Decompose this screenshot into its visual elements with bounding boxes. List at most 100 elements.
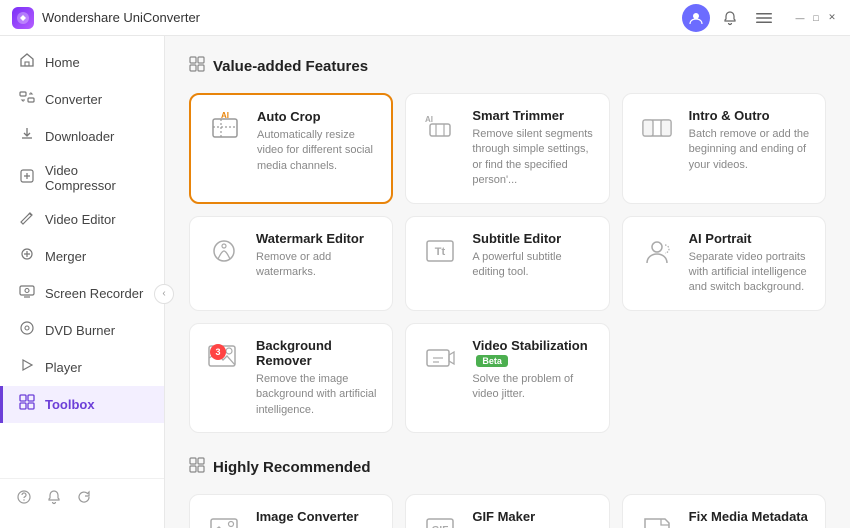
value-added-section-header: Value-added Features: [189, 56, 826, 77]
ai-portrait-desc: Separate video portraits with artificial…: [689, 250, 811, 296]
sidebar-item-toolbox[interactable]: Toolbox: [0, 386, 164, 423]
intro-outro-desc: Batch remove or add the beginning and en…: [689, 127, 811, 173]
smart-trimmer-title: Smart Trimmer: [472, 108, 594, 123]
sidebar-item-video-editor[interactable]: Video Editor: [0, 201, 164, 238]
merger-icon: [19, 246, 35, 267]
gif-maker-icon: GIF: [420, 509, 460, 528]
feature-card-watermark-editor[interactable]: Watermark Editor Remove or add watermark…: [189, 216, 393, 311]
feature-card-fix-media-metadata[interactable]: Fix Media Metadata Auto-fix and edit met…: [622, 494, 826, 528]
dvd-burner-icon: [19, 320, 35, 341]
sidebar-item-home[interactable]: Home: [0, 44, 164, 81]
sidebar-item-screen-recorder[interactable]: Screen Recorder ‹: [0, 275, 164, 312]
image-converter-text: Image Converter Convert images to other …: [256, 509, 378, 528]
video-stabilization-text: Video Stabilization Beta Solve the probl…: [472, 338, 594, 403]
ai-portrait-icon: [637, 231, 677, 271]
content-area: Value-added Features AI Auto Crop Automa…: [165, 36, 850, 528]
fix-media-metadata-icon: [637, 509, 677, 528]
feature-card-background-remover[interactable]: 3 Background Remover Remove the image ba…: [189, 323, 393, 433]
subtitle-editor-title: Subtitle Editor: [472, 231, 594, 246]
background-remover-desc: Remove the image background with artific…: [256, 372, 378, 418]
sidebar-item-dvd-burner[interactable]: DVD Burner: [0, 312, 164, 349]
feature-card-subtitle-editor[interactable]: Tt Subtitle Editor A powerful subtitle e…: [405, 216, 609, 311]
background-remover-text: Background Remover Remove the image back…: [256, 338, 378, 418]
notification-bell-icon[interactable]: [716, 4, 744, 32]
sidebar-label-converter: Converter: [45, 92, 102, 107]
user-icon-button[interactable]: [682, 4, 710, 32]
fix-media-metadata-text: Fix Media Metadata Auto-fix and edit met…: [689, 509, 811, 528]
highly-recommended-title: Highly Recommended: [213, 459, 371, 476]
highly-recommended-icon: [189, 457, 205, 478]
main-layout: Home Converter Downloader: [0, 36, 850, 528]
sidebar-label-video-editor: Video Editor: [45, 212, 116, 227]
feature-card-image-converter[interactable]: Image Converter Convert images to other …: [189, 494, 393, 528]
help-icon[interactable]: [16, 489, 32, 510]
image-converter-icon: [204, 509, 244, 528]
gif-maker-text: GIF Maker Make GIF from videos or pictur…: [472, 509, 594, 528]
titlebar-actions: — □ ✕: [682, 4, 838, 32]
intro-outro-icon: [637, 108, 677, 148]
auto-crop-title: Auto Crop: [257, 109, 377, 124]
watermark-editor-title: Watermark Editor: [256, 231, 378, 246]
window-controls: — □ ✕: [792, 12, 838, 24]
smart-trimmer-icon: AI: [420, 108, 460, 148]
compressor-icon: [19, 168, 35, 189]
minimize-button[interactable]: —: [794, 12, 806, 24]
ai-portrait-text: AI Portrait Separate video portraits wit…: [689, 231, 811, 296]
titlebar: Wondershare UniConverter — □ ✕: [0, 0, 850, 36]
image-converter-title: Image Converter: [256, 509, 378, 524]
sidebar-item-downloader[interactable]: Downloader: [0, 118, 164, 155]
sidebar-label-video-compressor: Video Compressor: [45, 163, 148, 193]
player-icon: [19, 357, 35, 378]
watermark-editor-text: Watermark Editor Remove or add watermark…: [256, 231, 378, 281]
sidebar-item-video-compressor[interactable]: Video Compressor: [0, 155, 164, 201]
value-added-section-icon: [189, 56, 205, 77]
sidebar-collapse-button[interactable]: ‹: [154, 284, 174, 304]
sidebar-item-merger[interactable]: Merger: [0, 238, 164, 275]
converter-icon: [19, 89, 35, 110]
close-button[interactable]: ✕: [826, 12, 838, 24]
intro-outro-text: Intro & Outro Batch remove or add the be…: [689, 108, 811, 173]
sidebar-label-dvd-burner: DVD Burner: [45, 323, 115, 338]
sidebar-item-player[interactable]: Player: [0, 349, 164, 386]
feature-card-ai-portrait[interactable]: AI Portrait Separate video portraits wit…: [622, 216, 826, 311]
maximize-button[interactable]: □: [810, 12, 822, 24]
svg-text:AI: AI: [221, 111, 229, 120]
app-title: Wondershare UniConverter: [42, 10, 682, 25]
subtitle-editor-text: Subtitle Editor A powerful subtitle edit…: [472, 231, 594, 281]
feature-card-gif-maker[interactable]: GIF GIF Maker Make GIF from videos or pi…: [405, 494, 609, 528]
watermark-editor-icon: [204, 231, 244, 271]
feature-card-intro-outro[interactable]: Intro & Outro Batch remove or add the be…: [622, 93, 826, 204]
value-added-grid: AI Auto Crop Automatically resize video …: [189, 93, 826, 433]
smart-trimmer-text: Smart Trimmer Remove silent segments thr…: [472, 108, 594, 189]
feature-card-smart-trimmer[interactable]: AI Smart Trimmer Remove silent segments …: [405, 93, 609, 204]
editor-icon: [19, 209, 35, 230]
sidebar-label-downloader: Downloader: [45, 129, 114, 144]
menu-icon[interactable]: [750, 4, 778, 32]
fix-media-metadata-title: Fix Media Metadata: [689, 509, 811, 524]
app-logo: [12, 7, 34, 29]
feature-card-auto-crop[interactable]: AI Auto Crop Automatically resize video …: [189, 93, 393, 204]
video-stabilization-icon: [420, 338, 460, 378]
svg-text:AI: AI: [425, 115, 433, 124]
video-stabilization-desc: Solve the problem of video jitter.: [472, 372, 594, 403]
sidebar-label-merger: Merger: [45, 249, 86, 264]
sidebar-bottom: [0, 478, 164, 520]
svg-text:Tt: Tt: [435, 246, 446, 258]
sidebar-label-toolbox: Toolbox: [45, 397, 95, 412]
beta-badge: Beta: [476, 355, 508, 367]
sidebar-label-home: Home: [45, 55, 80, 70]
sidebar-label-player: Player: [45, 360, 82, 375]
feature-card-video-stabilization[interactable]: Video Stabilization Beta Solve the probl…: [405, 323, 609, 433]
value-added-title: Value-added Features: [213, 58, 368, 75]
background-remover-icon-wrap: 3: [204, 338, 244, 378]
refresh-icon[interactable]: [76, 489, 92, 510]
gif-maker-title: GIF Maker: [472, 509, 594, 524]
home-icon: [19, 52, 35, 73]
sidebar-label-screen-recorder: Screen Recorder: [45, 286, 143, 301]
screen-recorder-icon: [19, 283, 35, 304]
highly-recommended-section-header: Highly Recommended: [189, 457, 826, 478]
watermark-editor-desc: Remove or add watermarks.: [256, 250, 378, 281]
sidebar: Home Converter Downloader: [0, 36, 165, 528]
bell-bottom-icon[interactable]: [46, 489, 62, 510]
sidebar-item-converter[interactable]: Converter: [0, 81, 164, 118]
